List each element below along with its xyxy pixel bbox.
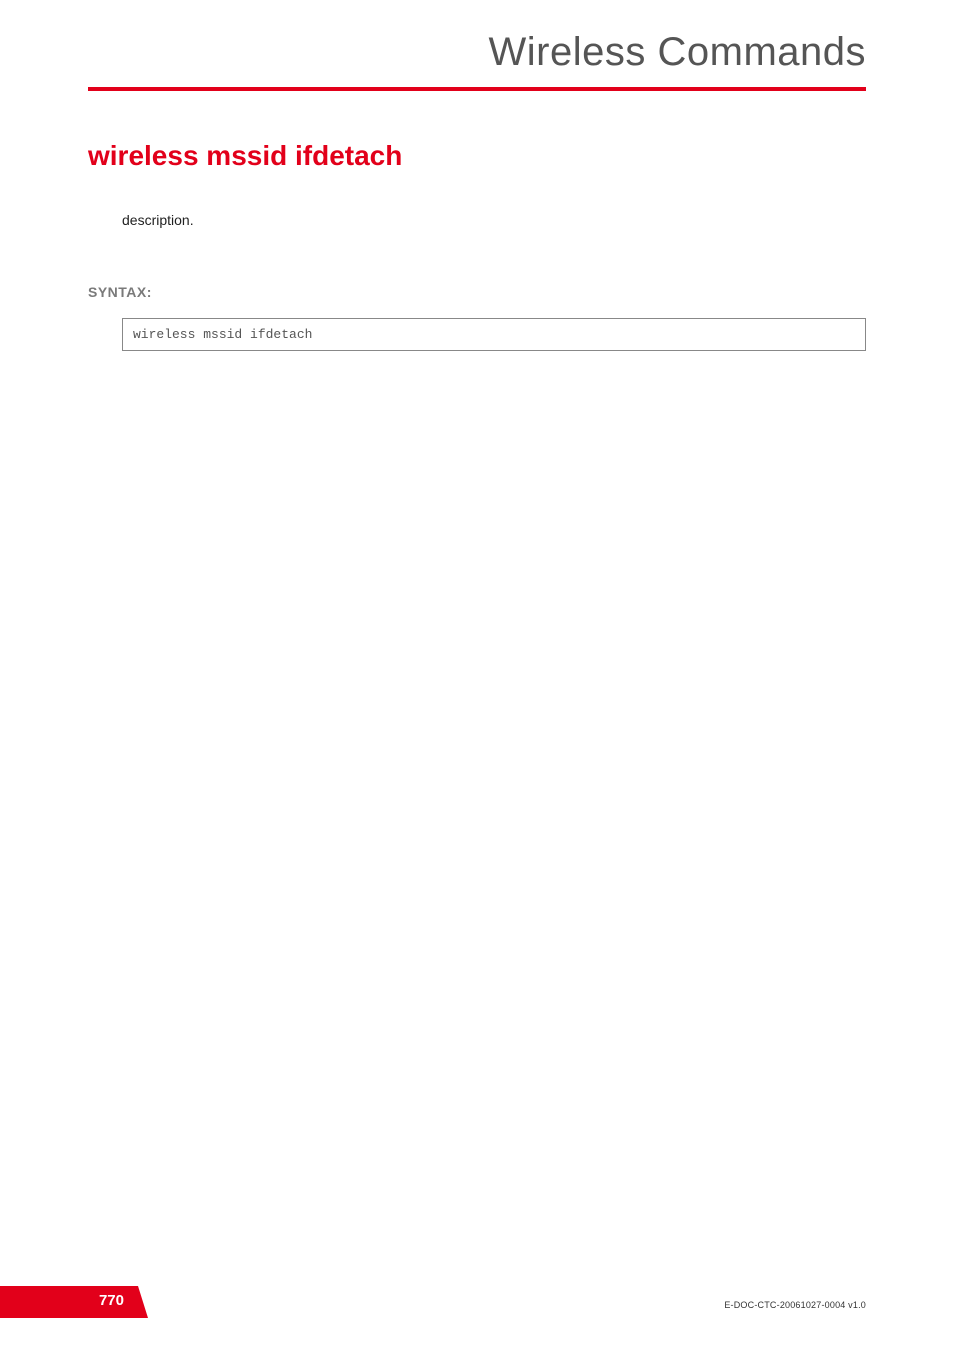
- command-description: description.: [122, 212, 866, 228]
- page-header: Wireless Commands: [88, 30, 866, 91]
- page-number: 770: [99, 1292, 124, 1309]
- page-content: wireless mssid ifdetach description. SYN…: [88, 140, 866, 351]
- chapter-title: Wireless Commands: [88, 30, 866, 75]
- page-number-badge: 770: [0, 1286, 138, 1318]
- page-footer: 770 E-DOC-CTC-20061027-0004 v1.0: [0, 1282, 954, 1318]
- syntax-heading: SYNTAX:: [88, 284, 866, 300]
- command-title: wireless mssid ifdetach: [88, 140, 866, 172]
- document-page: Wireless Commands wireless mssid ifdetac…: [0, 0, 954, 1350]
- syntax-code-block: wireless mssid ifdetach: [122, 318, 866, 351]
- document-id: E-DOC-CTC-20061027-0004 v1.0: [724, 1300, 866, 1310]
